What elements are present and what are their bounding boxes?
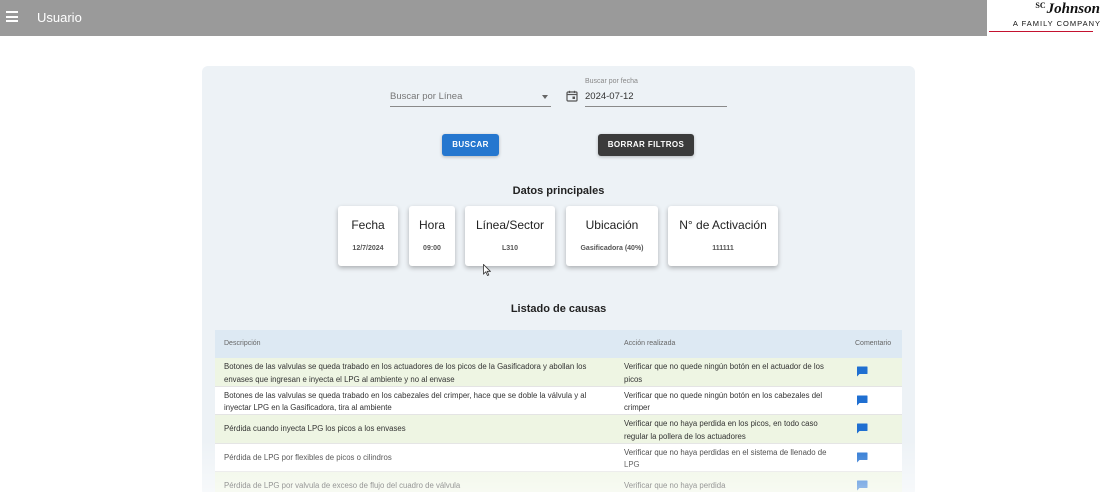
clear-filters-button[interactable]: BORRAR FILTROS (598, 134, 694, 156)
line-select-placeholder: Buscar por Línea (390, 91, 463, 102)
brand-logo: SCJohnson A FAMILY COMPANY (987, 0, 1112, 36)
comment-icon[interactable] (856, 366, 868, 377)
comment-icon[interactable] (856, 480, 868, 491)
column-header-description: Descripción (224, 340, 261, 347)
card-fecha: Fecha 12/7/2024 (338, 206, 398, 266)
card-value: 12/7/2024 (352, 245, 384, 252)
row-action: Verificar que no haya perdida (624, 481, 726, 490)
top-app-bar: Usuario SCJohnson A FAMILY COMPANY (0, 0, 1112, 36)
row-description: Pérdida de LPG por valvula de exceso de … (224, 481, 461, 490)
row-description: Botones de las valvulas se queda trabado… (224, 390, 587, 413)
comment-icon[interactable] (856, 423, 868, 434)
app-title: Usuario (37, 10, 82, 25)
card-value: 09:00 (423, 245, 441, 252)
table-row: Botones de las valvulas se queda trabado… (215, 386, 902, 415)
column-header-action: Acción realizada (624, 340, 676, 347)
table-row: Botones de las valvulas se queda trabado… (215, 358, 902, 387)
brand-underline (989, 31, 1093, 32)
row-action: Verificar que no quede ningún botón en l… (624, 390, 823, 413)
card-title: N° de Activación (679, 218, 767, 232)
mouse-pointer-icon (483, 264, 491, 276)
card-value: Gasificadora (40%) (580, 245, 644, 252)
card-hora: Hora 09:00 (409, 206, 455, 266)
comment-icon[interactable] (856, 452, 868, 463)
line-select[interactable]: Buscar por Línea (390, 86, 551, 107)
table-row: Pérdida de LPG por valvula de exceso de … (215, 472, 902, 492)
card-linea-sector: Línea/Sector L310 (465, 206, 555, 266)
card-ubicacion: Ubicación Gasificadora (40%) (566, 206, 658, 266)
comment-icon[interactable] (856, 395, 868, 406)
card-value: L310 (502, 245, 518, 252)
row-description: Pérdida de LPG por flexibles de picos o … (224, 452, 392, 462)
menu-icon[interactable] (6, 11, 18, 23)
table-header: Descripción Acción realizada Comentario (215, 330, 902, 358)
caret-down-icon (542, 95, 548, 99)
causes-table: Descripción Acción realizada Comentario … (215, 330, 902, 492)
main-data-title: Datos principales (512, 185, 605, 197)
table-row: Pérdida cuando inyecta LPG los picos a l… (215, 415, 902, 444)
date-field-value: 2024-07-12 (585, 91, 634, 102)
calendar-icon[interactable] (566, 90, 578, 102)
row-action: Verificar que no haya perdidas en el sis… (624, 447, 827, 470)
row-description: Botones de las valvulas se queda trabado… (224, 362, 587, 384)
causes-title: Listado de causas (510, 303, 607, 315)
card-title: Ubicación (585, 218, 639, 232)
date-field-label: Buscar por fecha (585, 78, 638, 85)
card-title: Línea/Sector (475, 218, 545, 232)
brand-wordmark: SCJohnson (1035, 1, 1100, 17)
card-title: Hora (418, 218, 445, 232)
search-button[interactable]: BUSCAR (442, 134, 499, 156)
brand-tagline: A FAMILY COMPANY (1012, 19, 1101, 28)
date-field[interactable]: Buscar por fecha 2024-07-12 (585, 78, 727, 107)
row-action: Verificar que no quede ningún botón en e… (624, 362, 824, 384)
table-row: Pérdida de LPG por flexibles de picos o … (215, 443, 902, 472)
card-title: Fecha (351, 218, 385, 232)
card-value: 111111 (712, 245, 734, 252)
row-description: Pérdida cuando inyecta LPG los picos a l… (224, 424, 406, 433)
column-header-comment: Comentario (855, 340, 892, 347)
card-activacion: N° de Activación 111111 (668, 206, 778, 266)
row-action: Verificar que no haya perdida en los pic… (624, 419, 818, 441)
